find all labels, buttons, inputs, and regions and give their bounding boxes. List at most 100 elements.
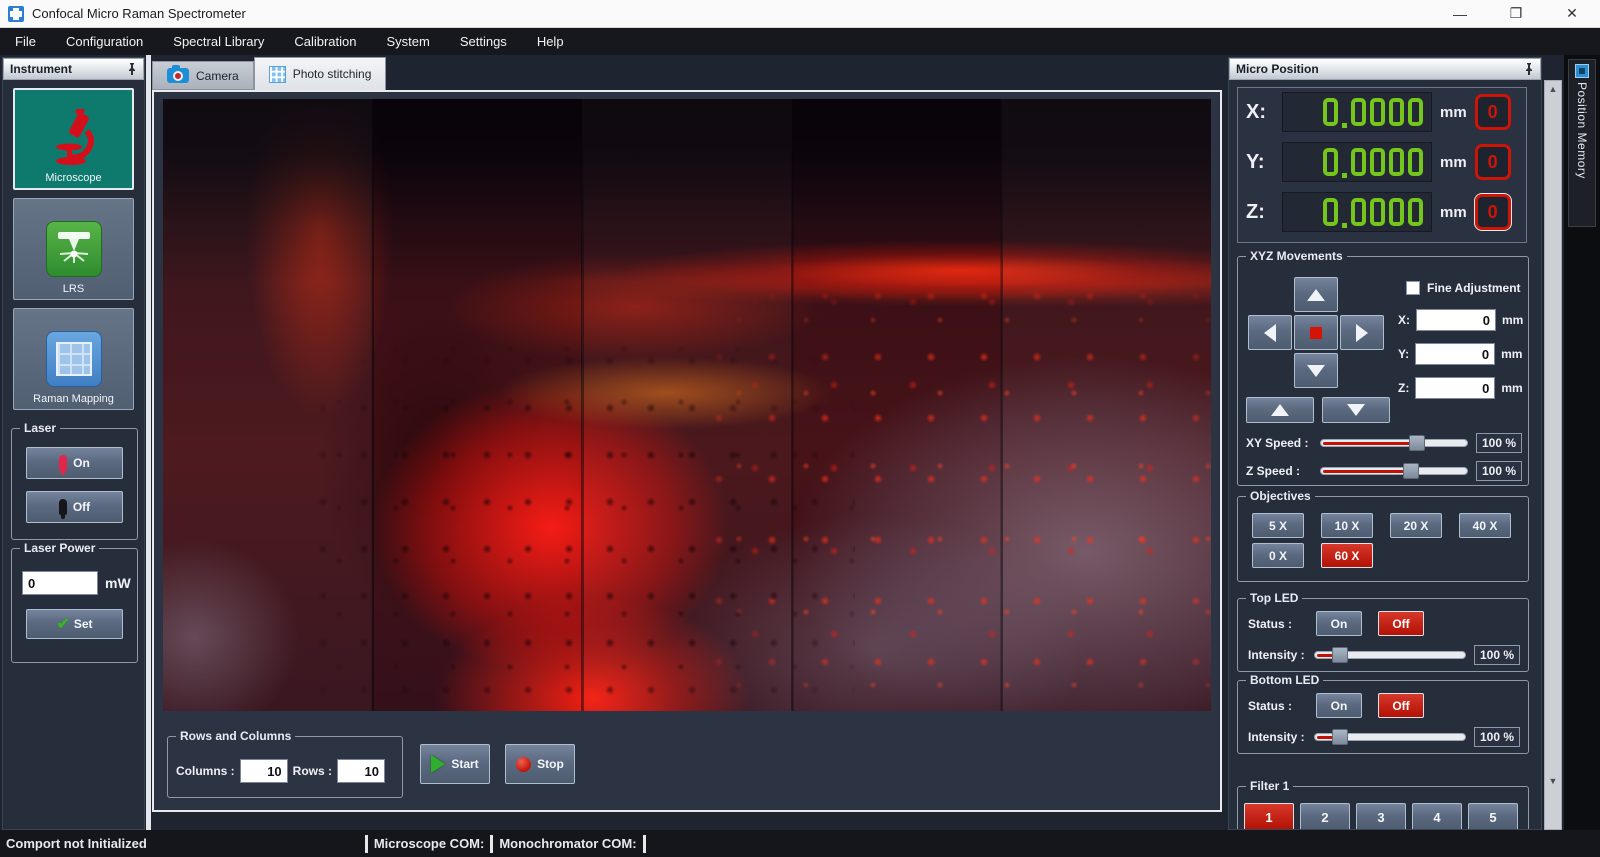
laser-group-title: Laser [20, 421, 60, 435]
instrument-panel-header: Instrument [3, 58, 144, 80]
menu-spectral-library[interactable]: Spectral Library [158, 28, 279, 55]
start-label: Start [451, 757, 478, 771]
play-icon [431, 755, 445, 773]
photo-stitching-icon [269, 66, 286, 83]
pin-icon[interactable] [1524, 63, 1534, 75]
up-arrow-icon [1271, 404, 1289, 416]
stop-button[interactable]: Stop [505, 744, 575, 784]
xy-speed-label: XY Speed : [1246, 436, 1320, 450]
objective-40x-button[interactable]: 40 X [1459, 513, 1511, 538]
move-right-button[interactable] [1340, 315, 1384, 350]
objective-0x-button[interactable]: 0 X [1252, 543, 1304, 568]
z-down-button[interactable] [1322, 397, 1390, 423]
z-unit: mm [1440, 204, 1467, 221]
move-down-button[interactable] [1294, 353, 1338, 388]
menu-calibration[interactable]: Calibration [279, 28, 371, 55]
xy-speed-slider[interactable] [1320, 439, 1468, 447]
position-memory-tab[interactable]: Position Memory [1568, 59, 1596, 227]
filter-4-button[interactable]: 4 [1412, 803, 1462, 829]
laser-power-group: Laser Power mW ✔ Set [11, 548, 138, 663]
photo-stitching-page: Rows and Columns Columns : Rows : Start … [152, 90, 1222, 812]
bottom-led-off-button[interactable]: Off [1378, 693, 1424, 718]
move-stop-button[interactable] [1294, 315, 1338, 350]
xy-speed-slider-thumb[interactable] [1409, 435, 1425, 451]
instrument-panel-title: Instrument [10, 62, 72, 76]
status-separator [490, 835, 493, 853]
instrument-panel: Instrument Microscope [2, 57, 145, 830]
menu-file[interactable]: File [0, 28, 51, 55]
minimize-button[interactable]: — [1432, 0, 1488, 27]
y-move-input[interactable] [1415, 343, 1495, 365]
tab-photo-stitching[interactable]: Photo stitching [254, 57, 387, 90]
move-up-button[interactable] [1294, 277, 1338, 312]
top-led-intensity-label: Intensity : [1248, 648, 1314, 662]
rows-columns-group: Rows and Columns Columns : Rows : [167, 736, 403, 798]
top-led-group: Top LED Status : On Off Intensity : 100 … [1237, 598, 1529, 672]
columns-input[interactable] [240, 759, 288, 783]
raman-mapping-label: Raman Mapping [33, 393, 114, 405]
laser-on-icon [59, 455, 67, 471]
stitched-microscopy-image[interactable] [163, 99, 1211, 711]
top-led-off-button[interactable]: Off [1378, 611, 1424, 636]
close-button[interactable]: ✕ [1544, 0, 1600, 27]
objective-20x-button[interactable]: 20 X [1390, 513, 1442, 538]
scroll-up-icon[interactable]: ▲ [1545, 81, 1561, 97]
laser-off-button[interactable]: Off [26, 491, 123, 523]
filter-2-button[interactable]: 2 [1300, 803, 1350, 829]
move-left-button[interactable] [1248, 315, 1292, 350]
x-zero-button[interactable]: 0 [1475, 94, 1511, 130]
raman-mapping-button[interactable]: Raman Mapping [13, 308, 134, 410]
y-zero-button[interactable]: 0 [1475, 144, 1511, 180]
bottom-led-intensity-slider[interactable] [1314, 733, 1466, 741]
bottom-led-intensity-value: 100 % [1474, 727, 1520, 747]
left-arrow-icon [1264, 324, 1276, 342]
menu-help[interactable]: Help [522, 28, 579, 55]
objective-60x-button[interactable]: 60 X [1321, 543, 1373, 568]
tab-camera[interactable]: Camera [152, 61, 254, 90]
rows-columns-title: Rows and Columns [176, 729, 295, 743]
top-led-title: Top LED [1246, 591, 1302, 605]
top-led-intensity-slider[interactable] [1314, 651, 1466, 659]
tab-strip: Camera Photo stitching [152, 57, 386, 90]
rows-input[interactable] [337, 759, 385, 783]
microscope-button[interactable]: Microscope [13, 88, 134, 190]
menu-settings[interactable]: Settings [445, 28, 522, 55]
pin-icon[interactable] [127, 63, 137, 75]
laser-power-group-title: Laser Power [20, 541, 99, 555]
scroll-down-icon[interactable]: ▼ [1545, 773, 1561, 789]
laser-on-button[interactable]: On [26, 447, 123, 479]
window-title: Confocal Micro Raman Spectrometer [32, 6, 246, 21]
menu-system[interactable]: System [371, 28, 444, 55]
bottom-led-intensity-label: Intensity : [1248, 730, 1314, 744]
fine-adjustment-checkbox[interactable] [1406, 281, 1420, 295]
objective-5x-button[interactable]: 5 X [1252, 513, 1304, 538]
top-led-intensity-thumb[interactable] [1332, 647, 1348, 663]
laser-power-input[interactable] [22, 571, 98, 595]
maximize-button[interactable]: ❐ [1488, 0, 1544, 27]
z-speed-slider-thumb[interactable] [1403, 463, 1419, 479]
lrs-button[interactable]: LRS [13, 198, 134, 300]
x-move-input[interactable] [1416, 309, 1496, 331]
top-led-on-button[interactable]: On [1316, 611, 1362, 636]
status-comport: Comport not Initialized [6, 836, 147, 851]
micro-position-scrollbar[interactable]: ▲ ▼ [1544, 80, 1562, 830]
z-axis-label: Z: [1246, 201, 1282, 224]
z-move-input[interactable] [1415, 377, 1495, 399]
bottom-led-intensity-thumb[interactable] [1332, 729, 1348, 745]
objective-10x-button[interactable]: 10 X [1321, 513, 1373, 538]
panel-splitter[interactable] [146, 55, 151, 830]
menu-configuration[interactable]: Configuration [51, 28, 158, 55]
position-readout-box: X: mm 0 Y: mm 0 Z: mm 0 [1237, 87, 1527, 243]
filter-5-button[interactable]: 5 [1468, 803, 1518, 829]
filter-1-button[interactable]: 1 [1244, 803, 1294, 829]
top-led-intensity-value: 100 % [1474, 645, 1520, 665]
z-speed-slider[interactable] [1320, 467, 1468, 475]
micro-position-panel: Micro Position X: mm 0 Y: mm 0 [1228, 57, 1542, 830]
filter-3-button[interactable]: 3 [1356, 803, 1406, 829]
z-up-button[interactable] [1246, 397, 1314, 423]
bottom-led-on-button[interactable]: On [1316, 693, 1362, 718]
laser-on-label: On [73, 456, 90, 470]
z-zero-button[interactable]: 0 [1475, 194, 1511, 230]
laser-power-set-button[interactable]: ✔ Set [26, 609, 123, 639]
start-button[interactable]: Start [420, 744, 490, 784]
